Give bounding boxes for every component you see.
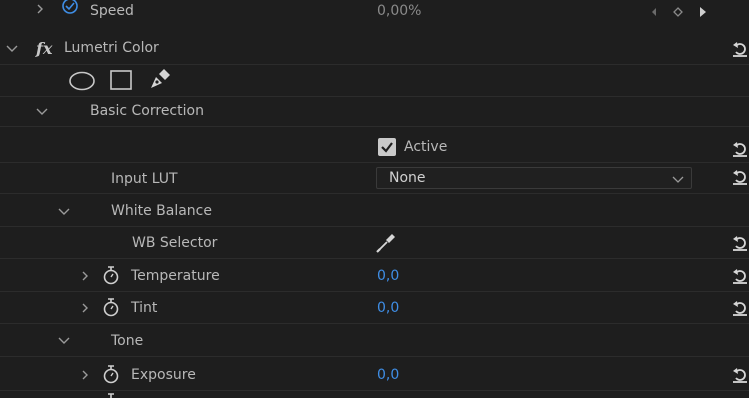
chevron-down-icon[interactable] — [6, 43, 18, 53]
keyframe-navigator-icon[interactable] — [650, 6, 710, 18]
eyedropper-icon[interactable] — [375, 232, 397, 254]
tint-value[interactable]: 0,0 — [377, 300, 399, 316]
input-lut-label: Input LUT — [111, 171, 178, 187]
stopwatch-icon[interactable] — [102, 265, 120, 285]
chevron-right-icon[interactable] — [79, 370, 91, 380]
reset-icon[interactable] — [732, 366, 748, 384]
checkmark-icon — [381, 142, 393, 153]
stopwatch-icon[interactable] — [102, 392, 120, 398]
chevron-down-icon[interactable] — [36, 106, 48, 116]
reset-icon[interactable] — [732, 40, 748, 58]
temperature-row: Temperature 0,0 — [0, 262, 749, 292]
active-label: Active — [404, 139, 448, 155]
temperature-label: Temperature — [131, 268, 220, 284]
mask-tools-row — [0, 64, 749, 97]
input-lut-value: None — [389, 170, 426, 186]
reset-icon[interactable] — [732, 234, 748, 252]
chevron-down-icon — [672, 176, 684, 183]
chevron-right-icon[interactable] — [34, 4, 46, 14]
pen-mask-icon[interactable] — [148, 67, 172, 91]
wb-selector-row: WB Selector — [0, 229, 749, 259]
tint-label: Tint — [131, 300, 158, 316]
chevron-down-icon[interactable] — [58, 335, 70, 345]
reset-icon[interactable] — [732, 299, 748, 317]
speed-value[interactable]: 0,00% — [377, 3, 421, 19]
ellipse-mask-icon[interactable] — [69, 71, 95, 91]
lumetri-color-row[interactable]: fx Lumetri Color — [0, 34, 749, 65]
stopwatch-icon[interactable] — [102, 297, 120, 317]
active-row: Active — [0, 134, 749, 163]
rectangle-mask-icon[interactable] — [110, 70, 132, 90]
white-balance-title: White Balance — [111, 203, 212, 219]
exposure-value[interactable]: 0,0 — [377, 367, 399, 383]
tone-title: Tone — [111, 333, 144, 349]
exposure-label: Exposure — [131, 367, 196, 383]
next-property-row — [0, 392, 749, 398]
input-lut-row: Input LUT None — [0, 164, 749, 194]
stopwatch-icon[interactable] — [102, 364, 120, 384]
effect-name: Lumetri Color — [64, 40, 159, 56]
reset-icon[interactable] — [732, 140, 748, 158]
active-checkbox[interactable] — [378, 138, 396, 156]
white-balance-row[interactable]: White Balance — [0, 197, 749, 227]
chevron-right-icon[interactable] — [79, 303, 91, 313]
stopwatch-icon[interactable] — [61, 0, 79, 15]
exposure-row: Exposure 0,0 — [0, 361, 749, 391]
tint-row: Tint 0,0 — [0, 294, 749, 324]
wb-selector-label: WB Selector — [132, 235, 218, 251]
reset-icon[interactable] — [732, 267, 748, 285]
section-title: Basic Correction — [90, 103, 204, 119]
chevron-right-icon[interactable] — [79, 271, 91, 281]
basic-correction-row[interactable]: Basic Correction — [0, 96, 749, 127]
speed-label: Speed — [90, 3, 134, 19]
reset-icon[interactable] — [732, 168, 748, 186]
chevron-down-icon[interactable] — [58, 206, 70, 216]
input-lut-dropdown[interactable]: None — [376, 167, 692, 189]
temperature-value[interactable]: 0,0 — [377, 268, 399, 284]
tone-row[interactable]: Tone — [0, 327, 749, 357]
speed-row: Speed 0,00% — [0, 0, 749, 28]
fx-badge: fx — [36, 39, 53, 58]
